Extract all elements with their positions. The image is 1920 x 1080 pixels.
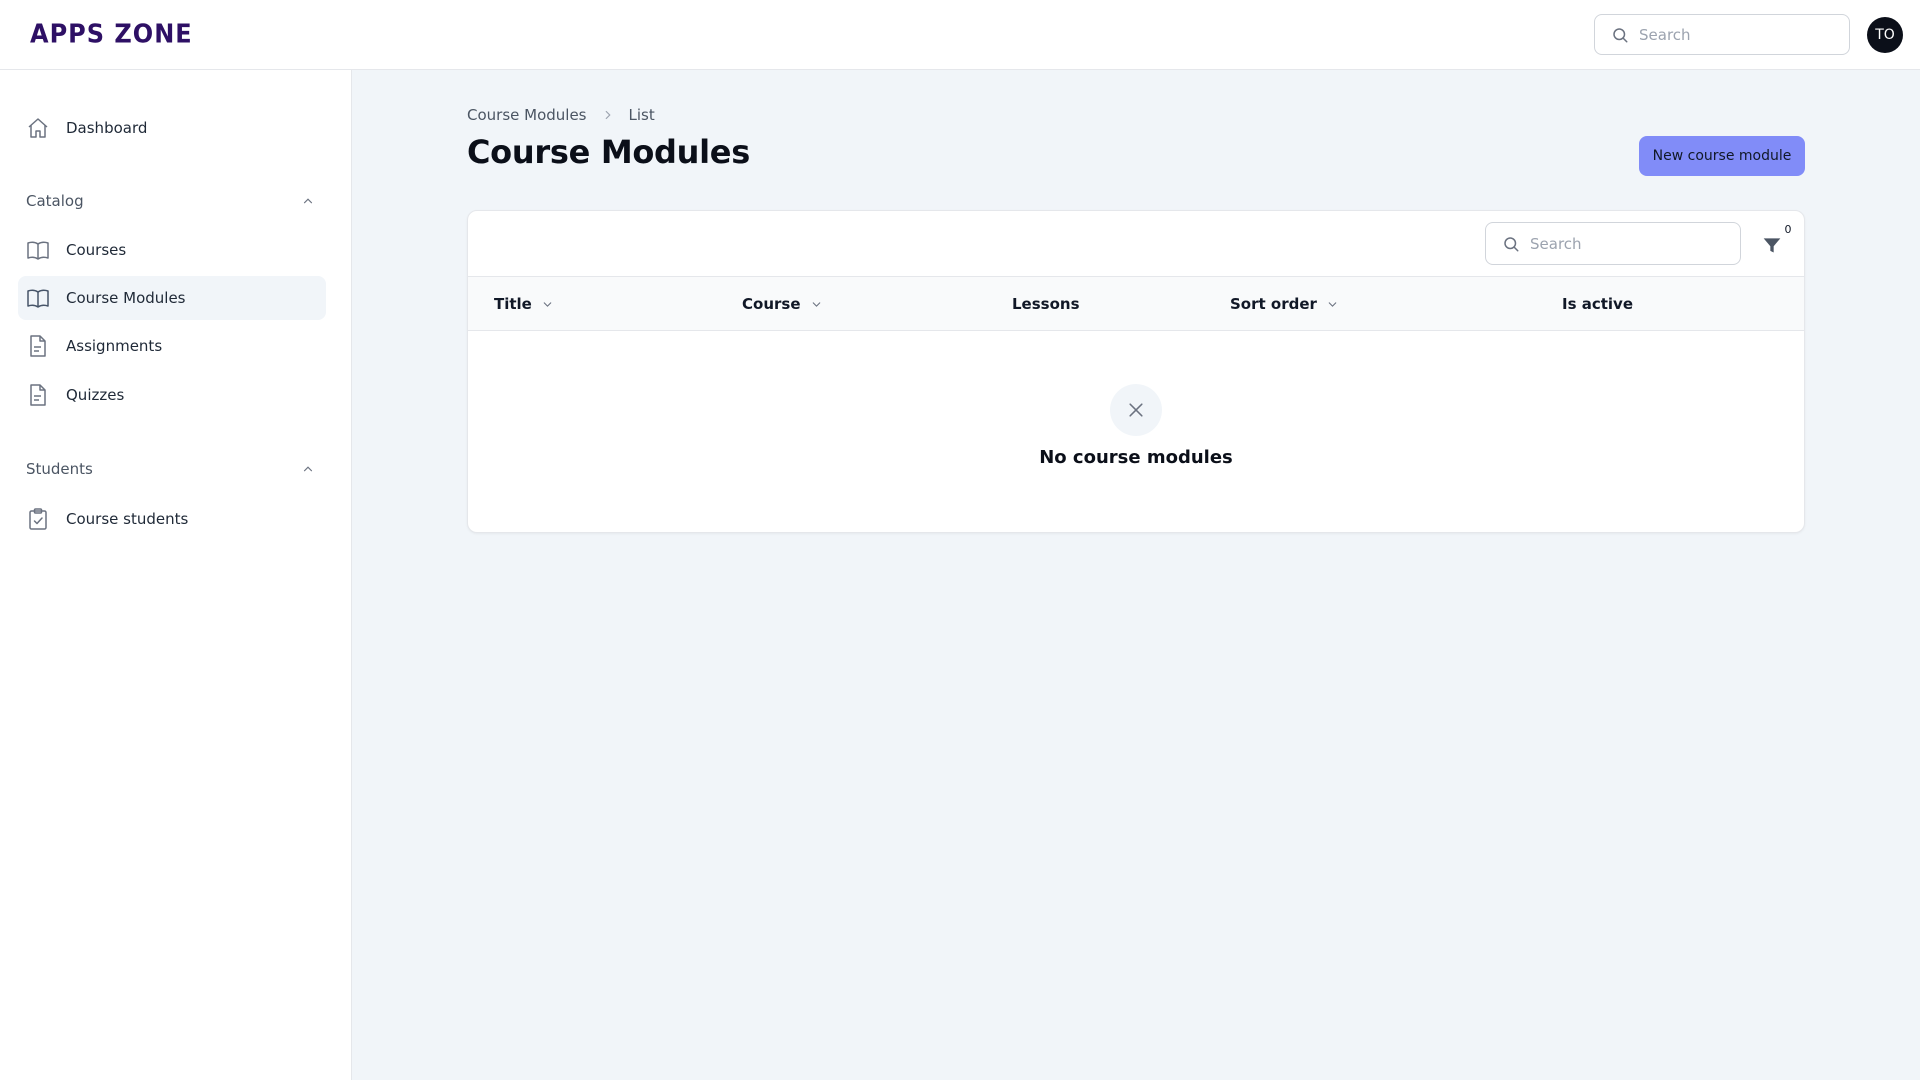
chevron-right-icon	[601, 108, 615, 122]
column-header-lessons: Lessons	[1012, 277, 1080, 331]
column-header-label: Title	[494, 295, 532, 313]
column-header-label: Sort order	[1230, 295, 1317, 313]
user-avatar[interactable]: TO	[1867, 17, 1903, 53]
table-search[interactable]	[1485, 222, 1741, 265]
filter-icon	[1763, 238, 1781, 253]
sidebar-item-label: Quizzes	[66, 386, 125, 404]
app-logo[interactable]: APPS ZONE	[30, 19, 193, 49]
sidebar-group-students[interactable]: Students	[26, 454, 316, 484]
sidebar-item-course-modules[interactable]: Course Modules	[18, 276, 326, 320]
sidebar-group-label: Catalog	[26, 192, 84, 210]
breadcrumb-link[interactable]: Course Modules	[467, 106, 587, 124]
close-icon	[1110, 384, 1162, 436]
sidebar-item-courses[interactable]: Courses	[18, 228, 326, 272]
empty-state: No course modules	[468, 331, 1804, 532]
global-search-input[interactable]	[1639, 15, 1839, 54]
sidebar-group-catalog[interactable]: Catalog	[26, 186, 316, 216]
page-title: Course Modules	[467, 133, 750, 171]
sidebar-item-label: Assignments	[66, 337, 163, 355]
column-header-sort-order[interactable]: Sort order	[1230, 277, 1339, 331]
sidebar-item-label: Course students	[66, 510, 189, 528]
home-icon	[26, 116, 50, 140]
table-card: 0 Title Course Lessons Sort order Is act…	[467, 210, 1805, 533]
breadcrumb-current: List	[628, 106, 655, 124]
column-header-label: Is active	[1562, 295, 1634, 313]
book-open-icon	[26, 286, 50, 310]
breadcrumb: Course Modules List	[467, 106, 655, 124]
sidebar-item-dashboard[interactable]: Dashboard	[18, 106, 326, 150]
sidebar-item-label: Dashboard	[66, 119, 148, 137]
search-icon	[1504, 237, 1519, 252]
chevron-up-icon[interactable]	[300, 461, 316, 477]
sidebar-item-label: Courses	[66, 241, 127, 259]
empty-state-text: No course modules	[1039, 447, 1233, 468]
filter-count-badge: 0	[1779, 220, 1797, 238]
chevron-down-icon[interactable]	[810, 298, 823, 311]
column-header-label: Lessons	[1012, 295, 1080, 313]
column-header-label: Course	[742, 295, 801, 313]
top-bar: APPS ZONE TO	[0, 0, 1920, 70]
search-icon	[1613, 28, 1628, 43]
sidebar-item-assignments[interactable]: Assignments	[18, 324, 326, 368]
table-toolbar: 0	[468, 211, 1804, 277]
global-search[interactable]	[1594, 14, 1850, 55]
document-icon	[26, 383, 50, 407]
chevron-down-icon[interactable]	[541, 298, 554, 311]
chevron-up-icon[interactable]	[300, 193, 316, 209]
column-header-is-active: Is active	[1562, 277, 1633, 331]
sidebar-item-quizzes[interactable]: Quizzes	[18, 373, 326, 417]
new-course-module-button[interactable]: New course module	[1639, 136, 1805, 176]
column-header-course[interactable]: Course	[742, 277, 823, 331]
column-header-title[interactable]: Title	[494, 277, 554, 331]
sidebar-item-label: Course Modules	[66, 289, 186, 307]
sidebar-group-label: Students	[26, 460, 93, 478]
book-open-icon	[26, 238, 50, 262]
chevron-down-icon[interactable]	[1326, 298, 1339, 311]
clipboard-check-icon	[26, 507, 50, 531]
sidebar: Dashboard Catalog Courses Course Modules…	[0, 70, 352, 1080]
sidebar-item-course-students[interactable]: Course students	[18, 497, 326, 541]
table-search-input[interactable]	[1530, 223, 1730, 264]
table-header: Title Course Lessons Sort order Is activ…	[468, 277, 1804, 331]
document-icon	[26, 334, 50, 358]
